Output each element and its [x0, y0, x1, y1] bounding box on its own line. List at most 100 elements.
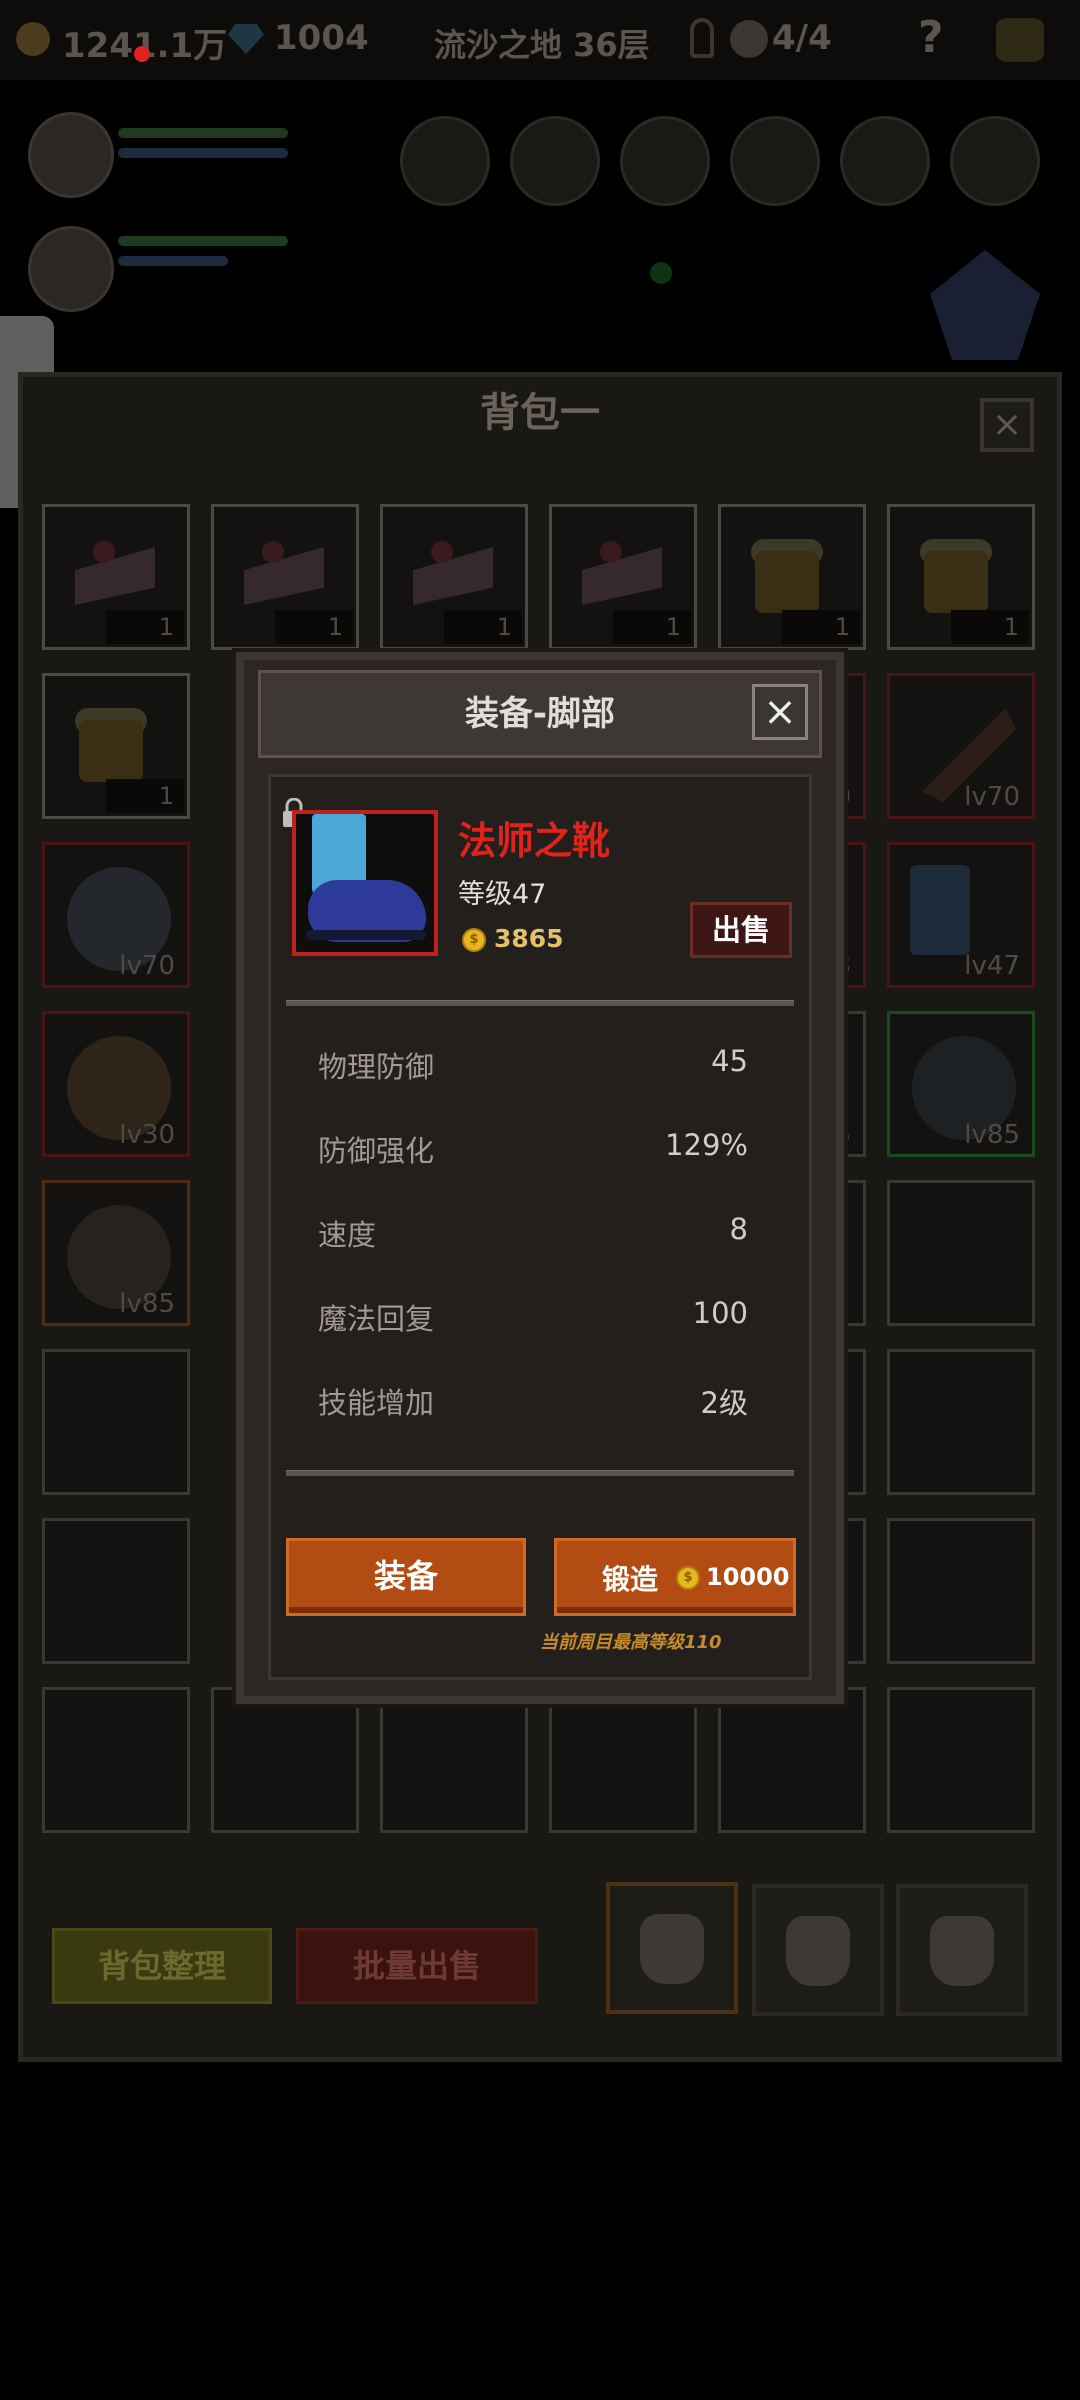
- beer-mug-icon: [79, 720, 143, 782]
- max-level-note: 当前周目最高等级110: [540, 1632, 722, 1653]
- inventory-slot[interactable]: lv85: [887, 1011, 1035, 1157]
- gold-coin-icon: $: [676, 1566, 700, 1590]
- inventory-slot[interactable]: [42, 1518, 190, 1664]
- cherry-icon: [93, 541, 115, 563]
- gold-coin-icon: [16, 22, 50, 56]
- backpack-icon: [930, 1916, 994, 1986]
- cherry-icon: [431, 541, 453, 563]
- inventory-slot[interactable]: 1: [211, 504, 359, 650]
- stat-name: 技能增加: [318, 1386, 435, 1420]
- inventory-slot[interactable]: [887, 1518, 1035, 1664]
- gift-icon[interactable]: [996, 18, 1044, 62]
- inventory-slot[interactable]: lv85: [42, 1180, 190, 1326]
- bulk-sell-button[interactable]: 批量出售: [296, 1928, 538, 2004]
- hero-portrait-2[interactable]: [28, 226, 114, 312]
- inventory-slot[interactable]: [887, 1349, 1035, 1495]
- inventory-slot[interactable]: lv30: [42, 1011, 190, 1157]
- cake-icon: [582, 547, 662, 605]
- backpack-tab-2[interactable]: [752, 1884, 884, 2016]
- inventory-slot[interactable]: 1: [380, 504, 528, 650]
- item-count: 1: [106, 610, 184, 644]
- hero-2-mp-bar: [118, 256, 228, 266]
- hero-2-hp-bar: [118, 236, 288, 246]
- item-level-label: lv85: [964, 1120, 1020, 1150]
- inventory-slot[interactable]: [211, 1687, 359, 1833]
- forge-cost: 10000: [706, 1563, 790, 1591]
- inventory-slot[interactable]: 1: [42, 673, 190, 819]
- divider: [286, 1470, 794, 1476]
- gold-coin-icon: $: [462, 928, 486, 952]
- inventory-slot[interactable]: lv70: [42, 842, 190, 988]
- stat-name: 速度: [318, 1218, 377, 1252]
- close-icon: ×: [763, 689, 797, 735]
- inventory-slot[interactable]: [42, 1349, 190, 1495]
- item-name: 法师之靴: [458, 819, 611, 863]
- equip-slot-2[interactable]: [510, 116, 600, 206]
- item-level-label: lv70: [964, 782, 1020, 812]
- inventory-slot[interactable]: [887, 1687, 1035, 1833]
- backpack-close-button[interactable]: ×: [980, 398, 1034, 452]
- beer-mug-icon: [755, 551, 819, 613]
- equip-slot-3[interactable]: [620, 116, 710, 206]
- stat-name: 防御强化: [318, 1134, 435, 1168]
- inventory-slot[interactable]: [42, 1687, 190, 1833]
- item-count: 1: [275, 610, 353, 644]
- key-icon: [690, 18, 714, 58]
- inventory-slot[interactable]: 1: [42, 504, 190, 650]
- item-count: 1: [951, 610, 1029, 644]
- modal-close-button[interactable]: ×: [752, 684, 808, 740]
- sort-backpack-label: 背包整理: [97, 1947, 226, 1985]
- inventory-slot[interactable]: 1: [718, 504, 866, 650]
- inventory-slot[interactable]: 1: [549, 504, 697, 650]
- equip-button[interactable]: 装备: [286, 1538, 526, 1616]
- item-count: 1: [444, 610, 522, 644]
- location-label: 流沙之地 36层: [434, 26, 650, 64]
- hero-1-hp-bar: [118, 128, 288, 138]
- help-icon[interactable]: ?: [918, 12, 944, 63]
- stat-value: 2级: [700, 1386, 748, 1420]
- inventory-slot[interactable]: lv47: [887, 842, 1035, 988]
- backpack-title: 背包一: [480, 390, 600, 436]
- equip-slot-4[interactable]: [730, 116, 820, 206]
- item-count: 1: [106, 779, 184, 813]
- cake-icon: [244, 547, 324, 605]
- hero-portrait-1[interactable]: [28, 112, 114, 198]
- inventory-slot[interactable]: [380, 1687, 528, 1833]
- winged-emblem-icon: [930, 250, 1040, 360]
- modal-title: 装备-脚部: [464, 694, 616, 734]
- boot-sole-icon: [306, 930, 426, 940]
- inventory-slot[interactable]: lv70: [887, 673, 1035, 819]
- inventory-slot[interactable]: [718, 1687, 866, 1833]
- stat-value: 129%: [665, 1128, 748, 1162]
- stat-value: 45: [711, 1044, 748, 1078]
- item-count: 1: [613, 610, 691, 644]
- equip-slot-5[interactable]: [840, 116, 930, 206]
- item-level-label: lv85: [119, 1289, 175, 1319]
- sell-button-label: 出售: [711, 913, 770, 947]
- stat-value: 8: [729, 1212, 748, 1246]
- cherry-icon: [262, 541, 284, 563]
- sort-backpack-button[interactable]: 背包整理: [52, 1928, 272, 2004]
- equip-button-label: 装备: [373, 1557, 438, 1595]
- backpack-tab-3[interactable]: [896, 1884, 1028, 2016]
- stat-name: 物理防御: [318, 1050, 435, 1084]
- item-level-label: lv47: [964, 951, 1020, 981]
- cake-icon: [413, 547, 493, 605]
- item-level-label: lv30: [119, 1120, 175, 1150]
- inventory-slot[interactable]: [887, 1180, 1035, 1326]
- stat-name: 魔法回复: [318, 1302, 435, 1336]
- equip-slot-6[interactable]: [950, 116, 1040, 206]
- sell-button[interactable]: 出售: [690, 902, 792, 958]
- boots-icon: [910, 865, 970, 955]
- skull-count: 4/4: [772, 18, 832, 58]
- cake-icon: [75, 547, 155, 605]
- inventory-slot[interactable]: 1: [887, 504, 1035, 650]
- equip-slot-1[interactable]: [400, 116, 490, 206]
- close-icon: ×: [991, 404, 1023, 445]
- gem-amount: 1004: [274, 18, 369, 58]
- stat-value: 100: [692, 1296, 748, 1330]
- inventory-slot[interactable]: [549, 1687, 697, 1833]
- backpack-tab-1[interactable]: [606, 1882, 738, 2014]
- cherry-icon: [600, 541, 622, 563]
- backpack-icon: [640, 1914, 704, 1984]
